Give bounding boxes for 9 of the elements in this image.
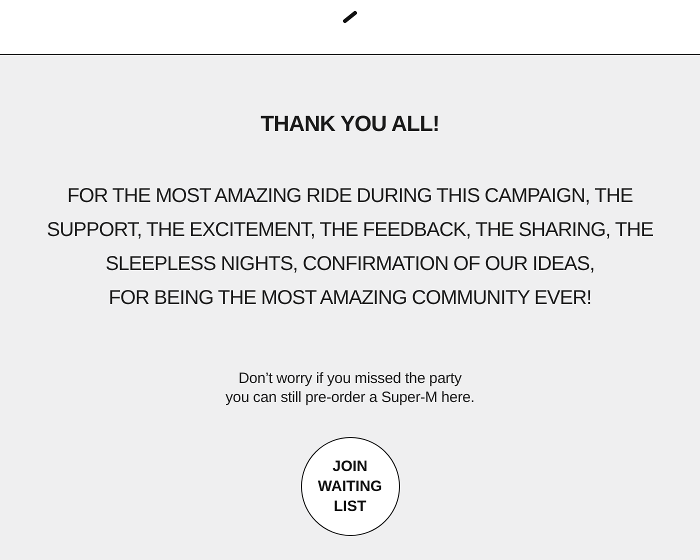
message-line: FOR THE MOST AMAZING RIDE DURING THIS CAMPAIGN, THE xyxy=(67,184,633,209)
logo-mark-icon xyxy=(342,10,358,24)
message-line: SLEEPLESS NIGHTS, CONFIRMATION OF OUR IDEAS, xyxy=(106,252,594,277)
note-line: you can still pre-order a Super-M here. xyxy=(226,388,474,407)
join-waiting-list-button[interactable]: JOIN WAITING LIST xyxy=(300,437,400,536)
heading: THANK YOU ALL! xyxy=(260,111,440,137)
message-line: SUPPORT, THE EXCITEMENT, THE FEEDBACK, THE SHARING, THE xyxy=(46,218,654,243)
note-line: Don’t worry if you missed the party xyxy=(238,369,462,388)
message-line: FOR BEING THE MOST AMAZING COMMUNITY EVER! xyxy=(108,286,592,311)
